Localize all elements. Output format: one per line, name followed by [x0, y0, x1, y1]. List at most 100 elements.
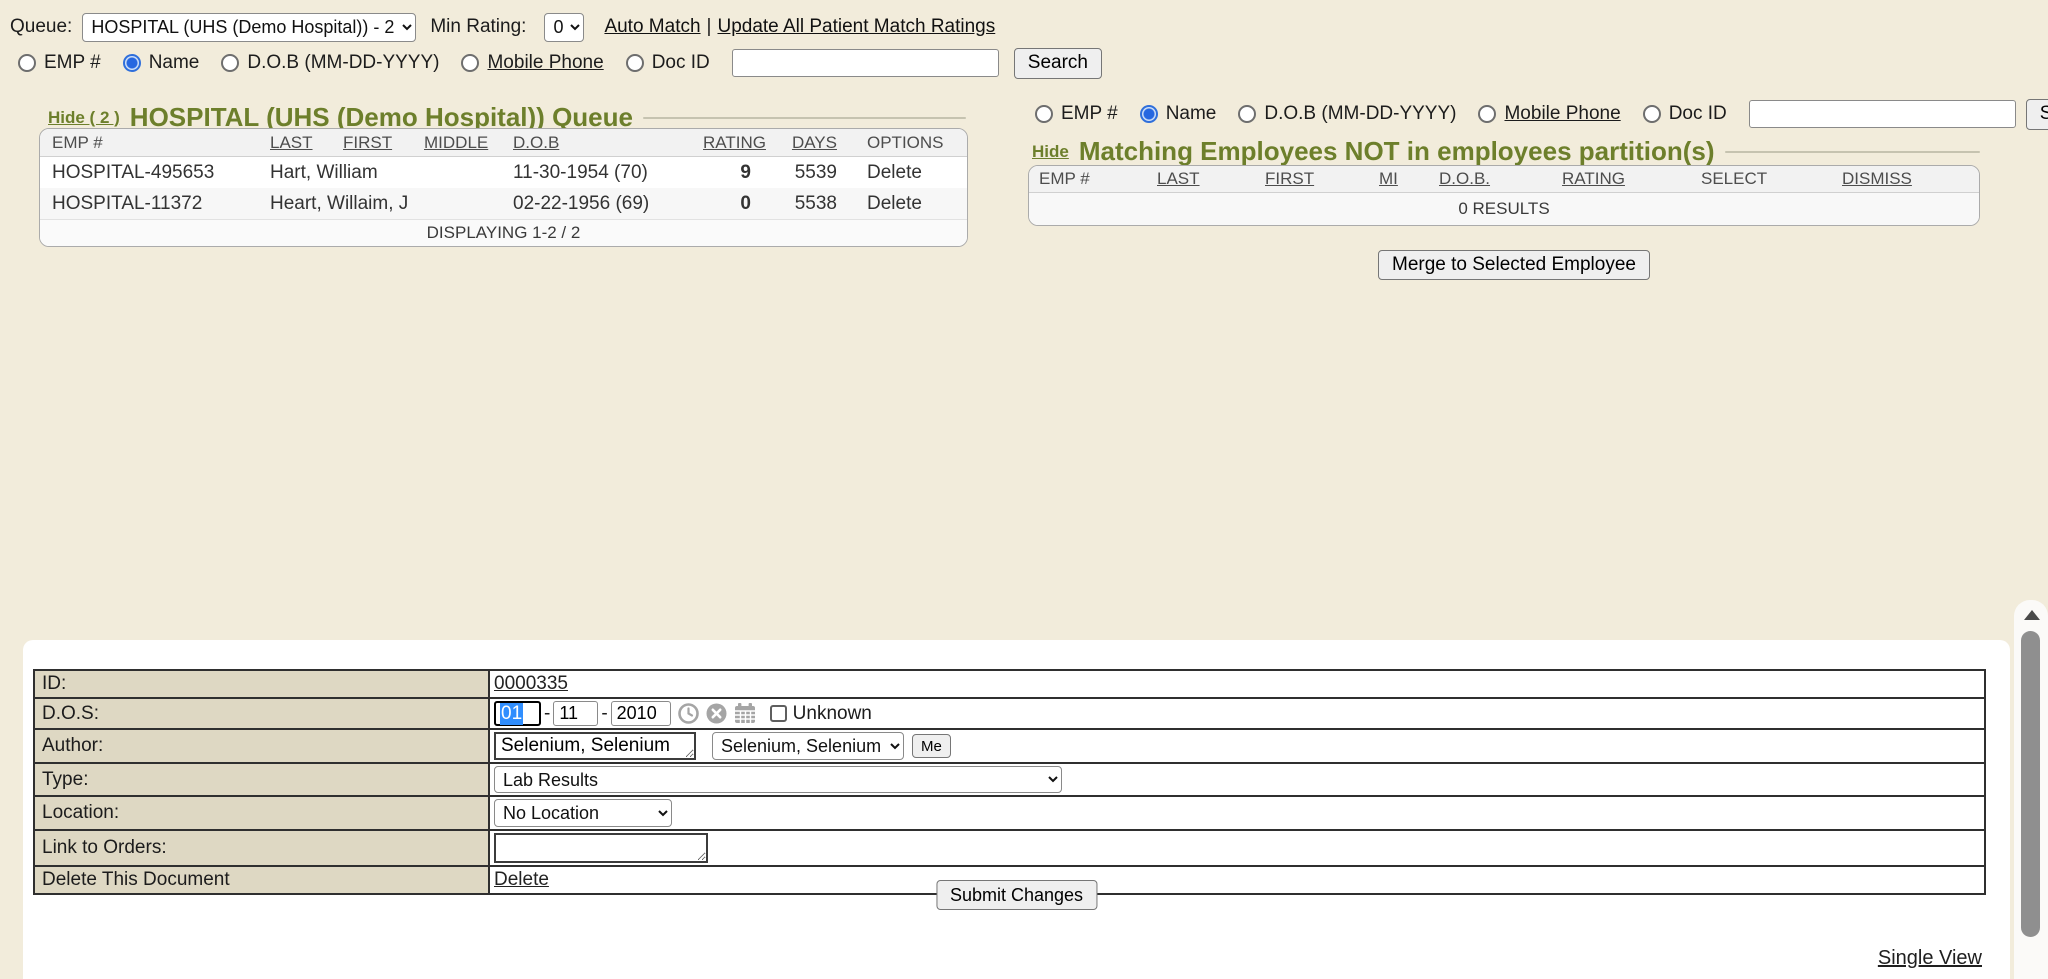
col-options: OPTIONS [845, 133, 967, 153]
link-to-orders-input[interactable] [494, 833, 708, 863]
dos-separator: - [601, 703, 607, 725]
queue-table-header: EMP # LAST FIRST MIDDLE D.O.B RATING DAY… [40, 129, 967, 157]
match-panel-legend: Hide Matching Employees NOT in employees… [1032, 136, 1980, 167]
form-row-location: Location: No Location [35, 795, 1984, 829]
left-radio-emp[interactable] [18, 54, 36, 72]
col-first[interactable]: FIRST [343, 133, 424, 153]
row-delete-link[interactable]: Delete [845, 193, 967, 215]
left-radio-emp-label: EMP # [44, 52, 101, 74]
right-search-bar: EMP # Name D.O.B (MM-DD-YYYY) Mobile Pho… [1035, 99, 2048, 129]
scrollbar-thumb[interactable] [2021, 631, 2040, 937]
col-rating[interactable]: RATING [703, 133, 765, 153]
dos-month-selected-text: 01 [500, 703, 523, 725]
location-select[interactable]: No Location [494, 799, 672, 827]
scroll-up-arrow-icon[interactable] [2024, 610, 2040, 620]
right-radio-mobile-label[interactable]: Mobile Phone [1504, 103, 1620, 125]
legend-rule [643, 117, 966, 119]
col-last[interactable]: LAST [1157, 169, 1265, 189]
document-id-link[interactable]: 0000335 [494, 673, 568, 695]
queue-hide-link[interactable]: Hide ( 2 ) [48, 108, 120, 128]
col-emp: EMP # [52, 133, 270, 153]
queue-label: Queue: [10, 16, 72, 38]
right-radio-dob-label: D.O.B (MM-DD-YYYY) [1264, 103, 1456, 125]
right-radio-emp-label: EMP # [1061, 103, 1118, 125]
left-radio-name-label: Name [149, 52, 200, 74]
left-radio-mobile-label[interactable]: Mobile Phone [487, 52, 603, 74]
auto-match-link[interactable]: Auto Match [604, 16, 700, 38]
author-text-input[interactable]: Selenium, Selenium [494, 732, 696, 760]
col-select: SELECT [1701, 169, 1842, 189]
right-search-input[interactable] [1749, 100, 2016, 128]
cell-dob: 11-30-1954 (70) [513, 162, 703, 184]
right-radio-docid[interactable] [1643, 105, 1661, 123]
min-rating-label: Min Rating: [430, 16, 526, 38]
right-radio-dob[interactable] [1238, 105, 1256, 123]
queue-select[interactable]: HOSPITAL (UHS (Demo Hospital)) - 2 [82, 13, 416, 42]
dos-day-input[interactable] [553, 701, 598, 726]
col-dob[interactable]: D.O.B [513, 133, 703, 153]
right-radio-docid-label: Doc ID [1669, 103, 1727, 125]
queue-table-footer: DISPLAYING 1-2 / 2 [40, 219, 967, 246]
queue-table-row: HOSPITAL-495653 Hart, William 11-30-1954… [40, 157, 967, 188]
form-row-orders: Link to Orders: [35, 829, 1984, 865]
left-search-input[interactable] [732, 49, 999, 77]
col-dob[interactable]: D.O.B. [1439, 169, 1562, 189]
vertical-scrollbar[interactable] [2014, 600, 2048, 979]
left-radio-docid[interactable] [626, 54, 644, 72]
right-search-button[interactable]: Search [2026, 99, 2048, 130]
calendar-icon[interactable] [734, 703, 756, 724]
orders-label: Link to Orders: [35, 831, 490, 865]
col-emp: EMP # [1039, 169, 1157, 189]
match-empty-row: 0 RESULTS [1029, 193, 1979, 225]
right-radio-mobile[interactable] [1478, 105, 1496, 123]
right-radio-emp[interactable] [1035, 105, 1053, 123]
queue-table-row: HOSPITAL-11372 Heart, Willaim, J 02-22-1… [40, 188, 967, 219]
clock-icon[interactable] [678, 703, 699, 724]
min-rating-select[interactable]: 0 [544, 13, 584, 42]
update-ratings-link[interactable]: Update All Patient Match Ratings [717, 16, 995, 38]
me-button[interactable]: Me [912, 734, 951, 758]
col-middle[interactable]: MIDDLE [424, 133, 513, 153]
delete-document-link[interactable]: Delete [494, 869, 549, 891]
merge-button[interactable]: Merge to Selected Employee [1378, 250, 1650, 280]
col-last[interactable]: LAST [270, 133, 343, 153]
cell-rating: 9 [703, 162, 765, 184]
dos-label: D.O.S: [35, 699, 490, 728]
clear-circle-icon[interactable] [706, 703, 727, 724]
col-days[interactable]: DAYS [765, 133, 845, 153]
dos-unknown-checkbox[interactable] [770, 705, 787, 722]
left-radio-name[interactable] [123, 54, 141, 72]
document-panel: ID: 0000335 D.O.S: 01 - - Unknown Author… [23, 640, 2010, 979]
form-row-dos: D.O.S: 01 - - Unknown [35, 697, 1984, 728]
right-radio-name[interactable] [1140, 105, 1158, 123]
match-hide-link[interactable]: Hide [1032, 142, 1069, 162]
match-table: EMP # LAST FIRST MI D.O.B. RATING SELECT… [1028, 165, 1980, 226]
col-first[interactable]: FIRST [1265, 169, 1379, 189]
left-radio-mobile[interactable] [461, 54, 479, 72]
dos-month-input[interactable]: 01 [494, 701, 541, 726]
col-dismiss[interactable]: DISMISS [1842, 169, 1979, 189]
left-radio-dob[interactable] [221, 54, 239, 72]
col-mi[interactable]: MI [1379, 169, 1439, 189]
link-separator: | [707, 16, 712, 38]
left-radio-dob-label: D.O.B (MM-DD-YYYY) [247, 52, 439, 74]
legend-rule [1725, 151, 1980, 153]
dos-year-input[interactable] [611, 701, 671, 726]
right-radio-name-label: Name [1166, 103, 1217, 125]
single-view-link[interactable]: Single View [1878, 947, 1982, 970]
left-search-bar: EMP # Name D.O.B (MM-DD-YYYY) Mobile Pho… [18, 48, 1102, 78]
cell-rating: 0 [703, 193, 765, 215]
left-radio-docid-label: Doc ID [652, 52, 710, 74]
col-rating[interactable]: RATING [1562, 169, 1701, 189]
left-search-button[interactable]: Search [1014, 48, 1102, 79]
cell-days: 5539 [765, 162, 845, 184]
type-select[interactable]: Lab Results [494, 766, 1062, 793]
top-bar: Queue: HOSPITAL (UHS (Demo Hospital)) - … [10, 12, 1001, 42]
form-row-author: Author: Selenium, Selenium Selenium, Sel… [35, 728, 1984, 762]
author-select[interactable]: Selenium, Selenium [712, 732, 904, 760]
cell-days: 5538 [765, 193, 845, 215]
dos-separator: - [544, 703, 550, 725]
row-delete-link[interactable]: Delete [845, 162, 967, 184]
author-label: Author: [35, 730, 490, 762]
submit-changes-button[interactable]: Submit Changes [936, 880, 1097, 910]
